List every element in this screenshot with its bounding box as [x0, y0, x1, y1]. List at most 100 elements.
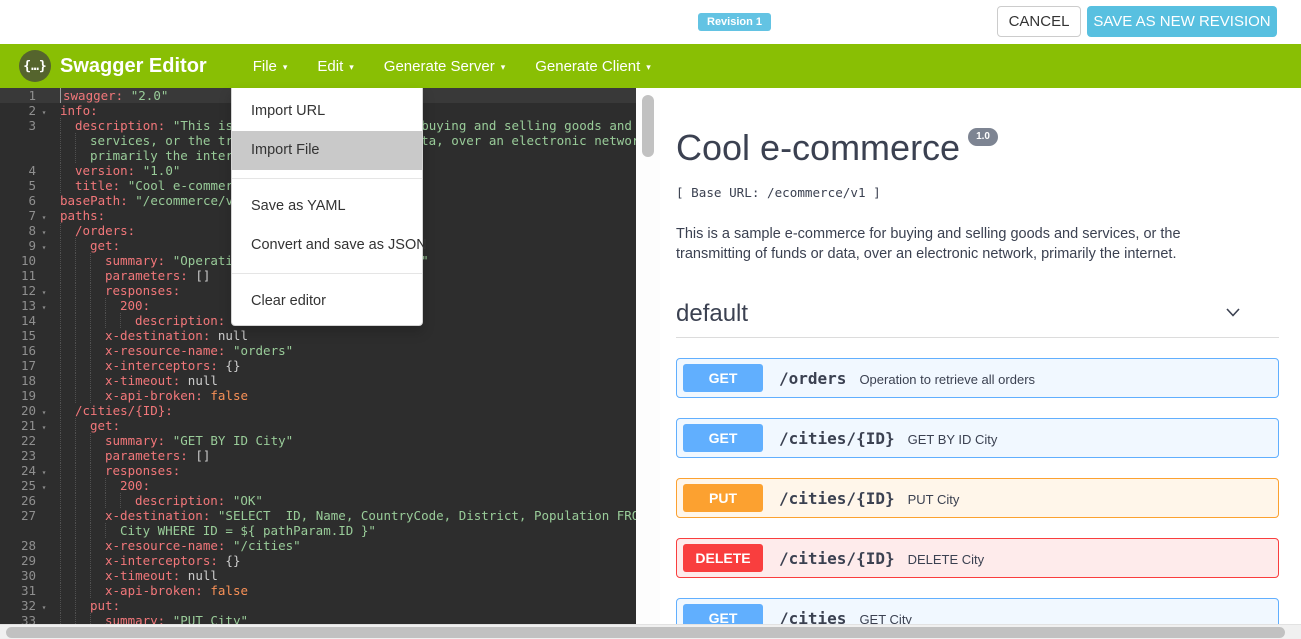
token-p [225, 493, 233, 508]
indent-guide [90, 328, 105, 343]
token-p [135, 163, 143, 178]
indent-guide [60, 433, 75, 448]
code-text: x-api-broken: false [53, 388, 248, 403]
token-k: parameters: [105, 448, 188, 463]
tag-section-header[interactable]: default [676, 300, 1279, 338]
indent-guide [60, 283, 75, 298]
menu-label: Generate Client [535, 58, 640, 75]
code-text: 200: [53, 478, 150, 493]
revision-badge: Revision 1 [698, 13, 771, 31]
menu-file[interactable]: File▾ [253, 58, 288, 75]
indent-guide [60, 523, 75, 538]
operation-row-put-cities-id[interactable]: PUT/cities/{ID}PUT City [676, 478, 1279, 518]
line-number: 6 [0, 193, 36, 208]
indent-guide [105, 478, 120, 493]
file-menu-item-convert-and-save-as-json[interactable]: Convert and save as JSON [232, 226, 422, 265]
line-number: 1 [0, 88, 36, 103]
indent-guide [75, 583, 90, 598]
token-k: summary: [105, 253, 165, 268]
editor-scrollbar-thumb[interactable] [642, 95, 654, 157]
api-description: This is a sample e-commerce for buying a… [676, 224, 1241, 264]
menu-label: File [253, 58, 277, 75]
indent-guide [60, 148, 75, 163]
code-text: x-interceptors: {} [53, 358, 240, 373]
operation-row-get-orders[interactable]: GET/ordersOperation to retrieve all orde… [676, 358, 1279, 398]
indent-guide [60, 178, 75, 193]
indent-guide [105, 313, 120, 328]
indent-guide [60, 268, 75, 283]
gutter-cell: 11 [0, 268, 53, 283]
token-k: get: [90, 418, 120, 433]
gutter-cell: 17 [0, 358, 53, 373]
file-menu-item-import-file[interactable]: Import File [232, 131, 422, 170]
token-k: x-interceptors: [105, 358, 218, 373]
gutter-cell: 28 [0, 538, 53, 553]
code-line: 17x-interceptors: {} [0, 358, 636, 373]
save-as-new-revision-button[interactable]: SAVE AS NEW REVISION [1087, 6, 1277, 37]
file-menu-item-save-as-yaml[interactable]: Save as YAML [232, 187, 422, 226]
indent-guide [75, 553, 90, 568]
indent-guide [75, 268, 90, 283]
editor-scrollbar-track[interactable] [636, 88, 660, 624]
token-k: /cities/{ID}: [75, 403, 173, 418]
code-line: 22summary: "GET BY ID City" [0, 433, 636, 448]
code-text: swagger: "2.0" [53, 88, 168, 103]
indent-guide [90, 568, 105, 583]
operation-path: /cities/{ID} [779, 489, 895, 508]
operation-row-delete-cities-id[interactable]: DELETE/cities/{ID}DELETE City [676, 538, 1279, 578]
code-text: responses: [53, 283, 180, 298]
operation-row-get-cities-id[interactable]: GET/cities/{ID}GET BY ID City [676, 418, 1279, 458]
token-p: {} [218, 553, 241, 568]
indent-guide [75, 358, 90, 373]
indent-guide [90, 313, 105, 328]
page-scrollbar-track[interactable] [0, 624, 1301, 639]
menu-generate-server[interactable]: Generate Server▾ [384, 58, 505, 75]
indent-guide [90, 343, 105, 358]
indent-guide [60, 403, 75, 418]
menu-label: Generate Server [384, 58, 495, 75]
indent-guide [60, 133, 75, 148]
chevron-down-icon[interactable] [1223, 302, 1243, 327]
code-text: x-resource-name: "orders" [53, 343, 293, 358]
api-title: Cool e-commerce1.0 [676, 126, 1279, 169]
token-s: "GET BY ID City" [173, 433, 293, 448]
token-p [225, 538, 233, 553]
indent-guide [75, 238, 90, 253]
code-text: x-interceptors: {} [53, 553, 240, 568]
token-k: summary: [105, 433, 165, 448]
token-c: false [210, 583, 248, 598]
menu-generate-client[interactable]: Generate Client▾ [535, 58, 651, 75]
token-k: x-timeout: [105, 568, 180, 583]
token-p [123, 88, 131, 103]
file-menu-item-import-url[interactable]: Import URL [232, 92, 422, 131]
indent-guide [90, 253, 105, 268]
gutter-cell [0, 133, 53, 148]
token-k: basePath: [60, 193, 128, 208]
indent-guide [90, 388, 105, 403]
token-s: "OK" [233, 493, 263, 508]
indent-guide [60, 568, 75, 583]
text-cursor [60, 88, 61, 103]
code-text: 200: [53, 298, 150, 313]
indent-guide [60, 418, 75, 433]
indent-guide [105, 493, 120, 508]
line-number: 30 [0, 568, 36, 583]
cancel-button[interactable]: CANCEL [997, 6, 1081, 37]
gutter-cell: 5 [0, 178, 53, 193]
indent-guide [75, 283, 90, 298]
gutter-cell [0, 523, 53, 538]
gutter-cell: 4 [0, 163, 53, 178]
indent-guide [75, 313, 90, 328]
code-text: info: [53, 103, 98, 118]
indent-guide [60, 373, 75, 388]
method-badge: PUT [683, 484, 763, 512]
menu-edit[interactable]: Edit▾ [317, 58, 353, 75]
gutter-cell: 26 [0, 493, 53, 508]
indent-guide [60, 493, 75, 508]
indent-guide [90, 583, 105, 598]
file-menu-item-clear-editor[interactable]: Clear editor [232, 282, 422, 321]
operation-summary: GET BY ID City [908, 430, 998, 447]
page-scrollbar-thumb[interactable] [6, 627, 1285, 638]
token-k: title: [75, 178, 120, 193]
line-number: 28 [0, 538, 36, 553]
